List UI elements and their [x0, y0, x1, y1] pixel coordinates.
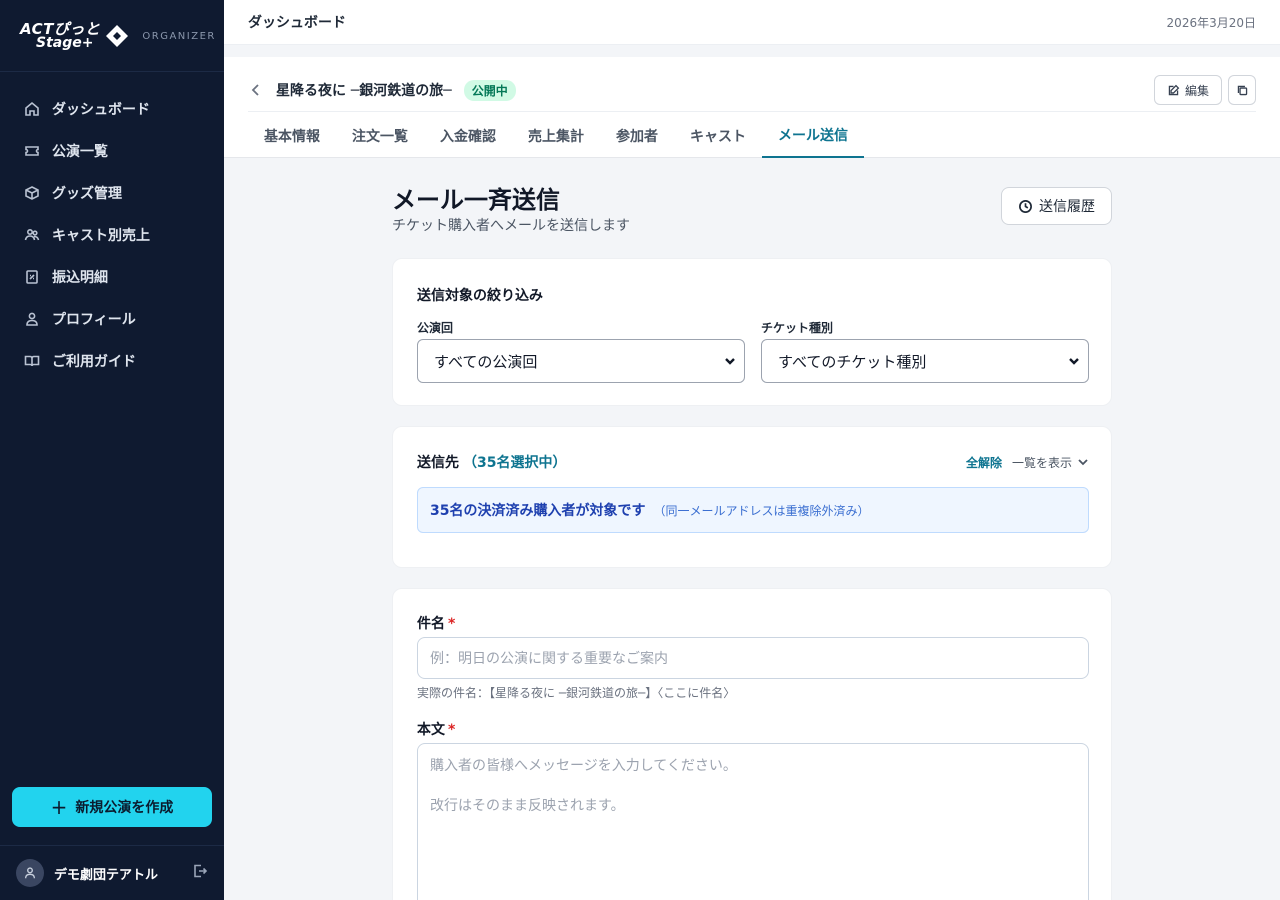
subject-label: 件名 * [417, 616, 456, 632]
send-history-button[interactable]: 送信履歴 [1001, 187, 1112, 225]
status-badge: 公開中 [463, 79, 516, 101]
box-icon [25, 186, 39, 200]
user-row: デモ劇団テアトル [0, 845, 224, 900]
tab-orders[interactable]: 注文一覧 [336, 113, 424, 158]
send-history-label: 送信履歴 [1039, 199, 1095, 215]
performance-label: 公演回 [417, 321, 454, 335]
ticket-type-select-value: すべてのチケット種別 [778, 352, 927, 371]
sidebar-item-label: ご利用ガイド [52, 354, 136, 370]
brand-line2: Stage+ [36, 34, 94, 51]
sidebar-item-guide[interactable]: ご利用ガイド [0, 340, 224, 382]
diamond-logo-icon [106, 24, 129, 47]
create-performance-button[interactable]: + 新規公演を作成 [12, 787, 212, 827]
event-title: 星降る夜に ─銀河鉄道の旅─ [276, 83, 452, 99]
avatar[interactable] [16, 859, 44, 887]
show-list-toggle[interactable]: 一覧を表示 [1012, 454, 1089, 471]
topbar-title: ダッシュボード [248, 15, 346, 31]
sidebar-item-profile[interactable]: プロフィール [0, 298, 224, 340]
sidebar-item-label: ダッシュボード [52, 102, 150, 118]
performance-select-value: すべての公演回 [434, 352, 538, 371]
recipients-info-main: 35名の決済済み購入者が対象です [430, 503, 646, 519]
edit-icon [1168, 84, 1180, 95]
sidebar-nav: ダッシュボード 公演一覧 グッズ管理 キャスト別売上 振込明細 プロフィール ご… [0, 72, 224, 382]
sidebar-item-cast-sales[interactable]: キャスト別売上 [0, 214, 224, 256]
recipients-card: 送信先 （35名選択中） 全解除 一覧を表示 35名の決済済み購入者が対象です … [392, 426, 1112, 568]
recipients-info-note: （同一メールアドレスは重複除外済み） [653, 503, 870, 518]
tab-basic-info[interactable]: 基本情報 [248, 113, 336, 158]
chevron-down-icon [725, 358, 735, 365]
logout-button[interactable] [192, 863, 208, 883]
tab-sales-summary[interactable]: 売上集計 [512, 113, 600, 158]
event-title-row: 星降る夜に ─銀河鉄道の旅─ 公開中 編集 [248, 69, 1256, 112]
edit-label: 編集 [1184, 83, 1209, 98]
ticket-type-label: チケット種別 [761, 321, 834, 335]
sidebar-item-label: プロフィール [52, 312, 136, 328]
receipt-icon [26, 270, 38, 284]
ticket-icon [25, 146, 39, 156]
filter-card: 送信対象の絞り込み 公演回 すべての公演回 チケット種別 すべてのチケット種別 [392, 258, 1112, 406]
brand-organizer-label: ORGANIZER [142, 31, 216, 42]
chevron-left-icon [251, 84, 259, 96]
sidebar-item-goods[interactable]: グッズ管理 [0, 172, 224, 214]
logo[interactable]: ACTぴっと Stage+ [20, 19, 130, 51]
brand-line1: ACTぴっと [20, 19, 101, 38]
subject-hint: 実際の件名：【星降る夜に ─銀河鉄道の旅─】〈ここに件名〉 [417, 686, 736, 700]
recipients-title: 送信先 [417, 455, 459, 471]
sidebar-item-label: グッズ管理 [52, 186, 122, 202]
subject-placeholder: 例：明日の公演に関する重要なご案内 [430, 651, 668, 667]
page-title: メール一斉送信 [392, 186, 560, 214]
required-mark: * [448, 722, 456, 738]
event-header: 星降る夜に ─銀河鉄道の旅─ 公開中 編集 基本情報 注文一覧 入金確認 売上集… [224, 57, 1280, 158]
sidebar-item-label: キャスト別売上 [52, 228, 150, 244]
chevron-down-icon [1069, 358, 1079, 365]
performance-select[interactable]: すべての公演回 [417, 339, 745, 383]
book-icon [24, 355, 40, 367]
edit-button[interactable]: 編集 [1153, 75, 1222, 105]
ticket-type-select[interactable]: すべてのチケット種別 [761, 339, 1089, 383]
filter-title: 送信対象の絞り込み [417, 288, 543, 304]
sidebar-item-dashboard[interactable]: ダッシュボード [0, 88, 224, 130]
subject-input[interactable]: 例：明日の公演に関する重要なご案内 [417, 637, 1089, 679]
sidebar-item-transfers[interactable]: 振込明細 [0, 256, 224, 298]
clock-icon [1019, 199, 1032, 213]
event-tabs: 基本情報 注文一覧 入金確認 売上集計 参加者 キャスト メール送信 [248, 113, 864, 158]
body-label: 本文 * [417, 722, 456, 738]
sidebar-item-label: 公演一覧 [52, 144, 108, 160]
sidebar: ACTぴっと Stage+ ORGANIZER ダッシュボード 公演一覧 グッズ… [0, 0, 224, 900]
show-list-label: 一覧を表示 [1011, 455, 1072, 470]
home-icon [25, 101, 39, 116]
page-subtitle: チケット購入者へメールを送信します [392, 218, 630, 234]
brand: ACTぴっと Stage+ ORGANIZER [0, 0, 224, 72]
recipients-info-box: 35名の決済済み購入者が対象です （同一メールアドレスは重複除外済み） [417, 487, 1089, 533]
back-button[interactable] [248, 82, 264, 98]
users-icon [24, 228, 40, 241]
recipients-count: （35名選択中） [463, 455, 567, 471]
tab-mail[interactable]: メール送信 [762, 113, 864, 158]
body-textarea[interactable]: 購入者の皆様へメッセージを入力してください。 改行はそのまま反映されます。 [417, 743, 1089, 900]
chevron-down-icon [1078, 459, 1088, 466]
sidebar-item-performances[interactable]: 公演一覧 [0, 130, 224, 172]
topbar: ダッシュボード 2026年3月20日 [224, 0, 1280, 45]
compose-card: 件名 * 例：明日の公演に関する重要なご案内 実際の件名：【星降る夜に ─銀河鉄道… [392, 588, 1112, 900]
user-name: デモ劇団テアトル [54, 867, 159, 883]
create-performance-label: 新規公演を作成 [75, 800, 174, 816]
clear-all-button[interactable]: 全解除 [966, 454, 1002, 471]
user-icon [26, 312, 38, 326]
tab-participants[interactable]: 参加者 [600, 113, 674, 158]
copy-icon [1237, 85, 1247, 95]
user-icon [24, 867, 36, 879]
tab-cast[interactable]: キャスト [674, 113, 762, 158]
required-mark: * [448, 616, 456, 632]
copy-button[interactable] [1228, 75, 1256, 105]
topbar-date: 2026年3月20日 [1166, 15, 1256, 30]
logout-icon [194, 864, 208, 878]
recipients-actions: 全解除 一覧を表示 [966, 454, 1089, 471]
tab-payment-confirmation[interactable]: 入金確認 [424, 113, 512, 158]
recipients-header: 送信先 （35名選択中） 全解除 一覧を表示 [417, 452, 1089, 472]
event-actions: 編集 [1153, 75, 1256, 105]
sidebar-item-label: 振込明細 [52, 270, 108, 286]
plus-icon: + [50, 795, 68, 819]
